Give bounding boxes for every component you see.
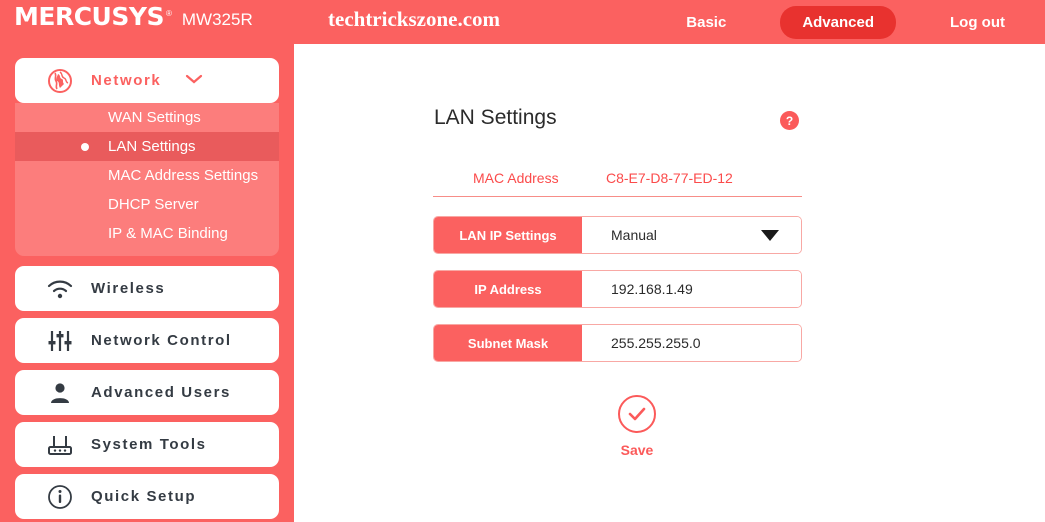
router-icon bbox=[45, 430, 75, 460]
sidebar-item-label: Network bbox=[91, 72, 162, 89]
sidebar: Network WAN Settings LAN Settings MAC Ad… bbox=[0, 44, 294, 522]
sidebar-submenu-network: WAN Settings LAN Settings MAC Address Se… bbox=[15, 103, 279, 256]
save-button[interactable]: Save bbox=[597, 395, 677, 458]
tab-advanced[interactable]: Advanced bbox=[780, 5, 897, 39]
checkmark-circle-icon bbox=[618, 395, 656, 433]
subnet-mask-row: Subnet Mask 255.255.255.0 bbox=[433, 324, 802, 362]
submenu-label: IP & MAC Binding bbox=[108, 225, 228, 242]
sliders-icon bbox=[45, 326, 75, 356]
sidebar-item-ip-mac-binding[interactable]: IP & MAC Binding bbox=[15, 219, 279, 248]
sidebar-item-system-tools[interactable]: System Tools bbox=[15, 422, 279, 467]
sidebar-item-network[interactable]: Network bbox=[15, 58, 279, 103]
sidebar-item-wireless[interactable]: Wireless bbox=[15, 266, 279, 311]
mac-address-row: MAC Address C8-E7-D8-77-ED-12 bbox=[433, 166, 802, 197]
router-model: MW325R bbox=[181, 10, 253, 29]
submenu-label: DHCP Server bbox=[108, 196, 199, 213]
site-watermark: techtrickszone.com bbox=[328, 7, 501, 31]
subnet-mask-value: 255.255.255.0 bbox=[611, 335, 701, 351]
registered-mark: ® bbox=[165, 9, 172, 18]
sidebar-item-dhcp-server[interactable]: DHCP Server bbox=[15, 190, 279, 219]
sidebar-item-quick-setup[interactable]: Quick Setup bbox=[15, 474, 279, 519]
sidebar-item-label: System Tools bbox=[91, 436, 207, 453]
brand: MERCUSYS ® MW325R bbox=[14, 2, 253, 31]
info-circle-icon bbox=[45, 482, 75, 512]
user-icon bbox=[45, 378, 75, 408]
mac-address-label: MAC Address bbox=[473, 170, 559, 186]
brand-logo: MERCUSYS bbox=[14, 2, 164, 31]
sidebar-item-label: Wireless bbox=[91, 280, 166, 297]
top-header-bar: MERCUSYS ® MW325R techtrickszone.com Bas… bbox=[0, 0, 1045, 44]
main-content-panel: LAN Settings ? MAC Address C8-E7-D8-77-E… bbox=[294, 58, 1013, 522]
chevron-down-icon bbox=[761, 229, 779, 241]
tab-basic[interactable]: Basic bbox=[664, 6, 748, 39]
globe-icon bbox=[45, 66, 75, 96]
sidebar-item-lan-settings[interactable]: LAN Settings bbox=[15, 132, 279, 161]
top-navigation: Basic Advanced Log out bbox=[664, 0, 1027, 44]
ip-address-row: IP Address 192.168.1.49 bbox=[433, 270, 802, 308]
log-out-button[interactable]: Log out bbox=[928, 6, 1027, 39]
submenu-label: MAC Address Settings bbox=[108, 167, 259, 184]
mac-address-value: C8-E7-D8-77-ED-12 bbox=[606, 170, 733, 186]
sidebar-item-mac-address-settings[interactable]: MAC Address Settings bbox=[15, 161, 279, 190]
active-bullet-icon bbox=[81, 142, 89, 151]
save-button-label: Save bbox=[620, 442, 654, 458]
ip-address-value: 192.168.1.49 bbox=[611, 281, 693, 297]
ip-address-input[interactable]: 192.168.1.49 bbox=[582, 271, 801, 307]
submenu-label: WAN Settings bbox=[108, 109, 201, 126]
chevron-down-icon bbox=[185, 72, 203, 90]
page-title: LAN Settings bbox=[434, 106, 557, 129]
subnet-mask-label: Subnet Mask bbox=[434, 325, 582, 361]
lan-ip-settings-value: Manual bbox=[611, 227, 657, 243]
lan-ip-settings-label: LAN IP Settings bbox=[434, 217, 582, 253]
lan-ip-settings-select[interactable]: Manual bbox=[582, 217, 801, 253]
help-icon[interactable]: ? bbox=[780, 111, 799, 130]
sidebar-item-label: Network Control bbox=[91, 332, 232, 349]
sidebar-item-label: Advanced Users bbox=[91, 384, 231, 401]
subnet-mask-input[interactable]: 255.255.255.0 bbox=[582, 325, 801, 361]
lan-ip-settings-row: LAN IP Settings Manual bbox=[433, 216, 802, 254]
sidebar-item-label: Quick Setup bbox=[91, 488, 197, 505]
sidebar-item-network-control[interactable]: Network Control bbox=[15, 318, 279, 363]
sidebar-item-advanced-users[interactable]: Advanced Users bbox=[15, 370, 279, 415]
ip-address-label: IP Address bbox=[434, 271, 582, 307]
sidebar-item-wan-settings[interactable]: WAN Settings bbox=[15, 103, 279, 132]
submenu-label: LAN Settings bbox=[108, 138, 196, 155]
wifi-icon bbox=[45, 274, 75, 304]
